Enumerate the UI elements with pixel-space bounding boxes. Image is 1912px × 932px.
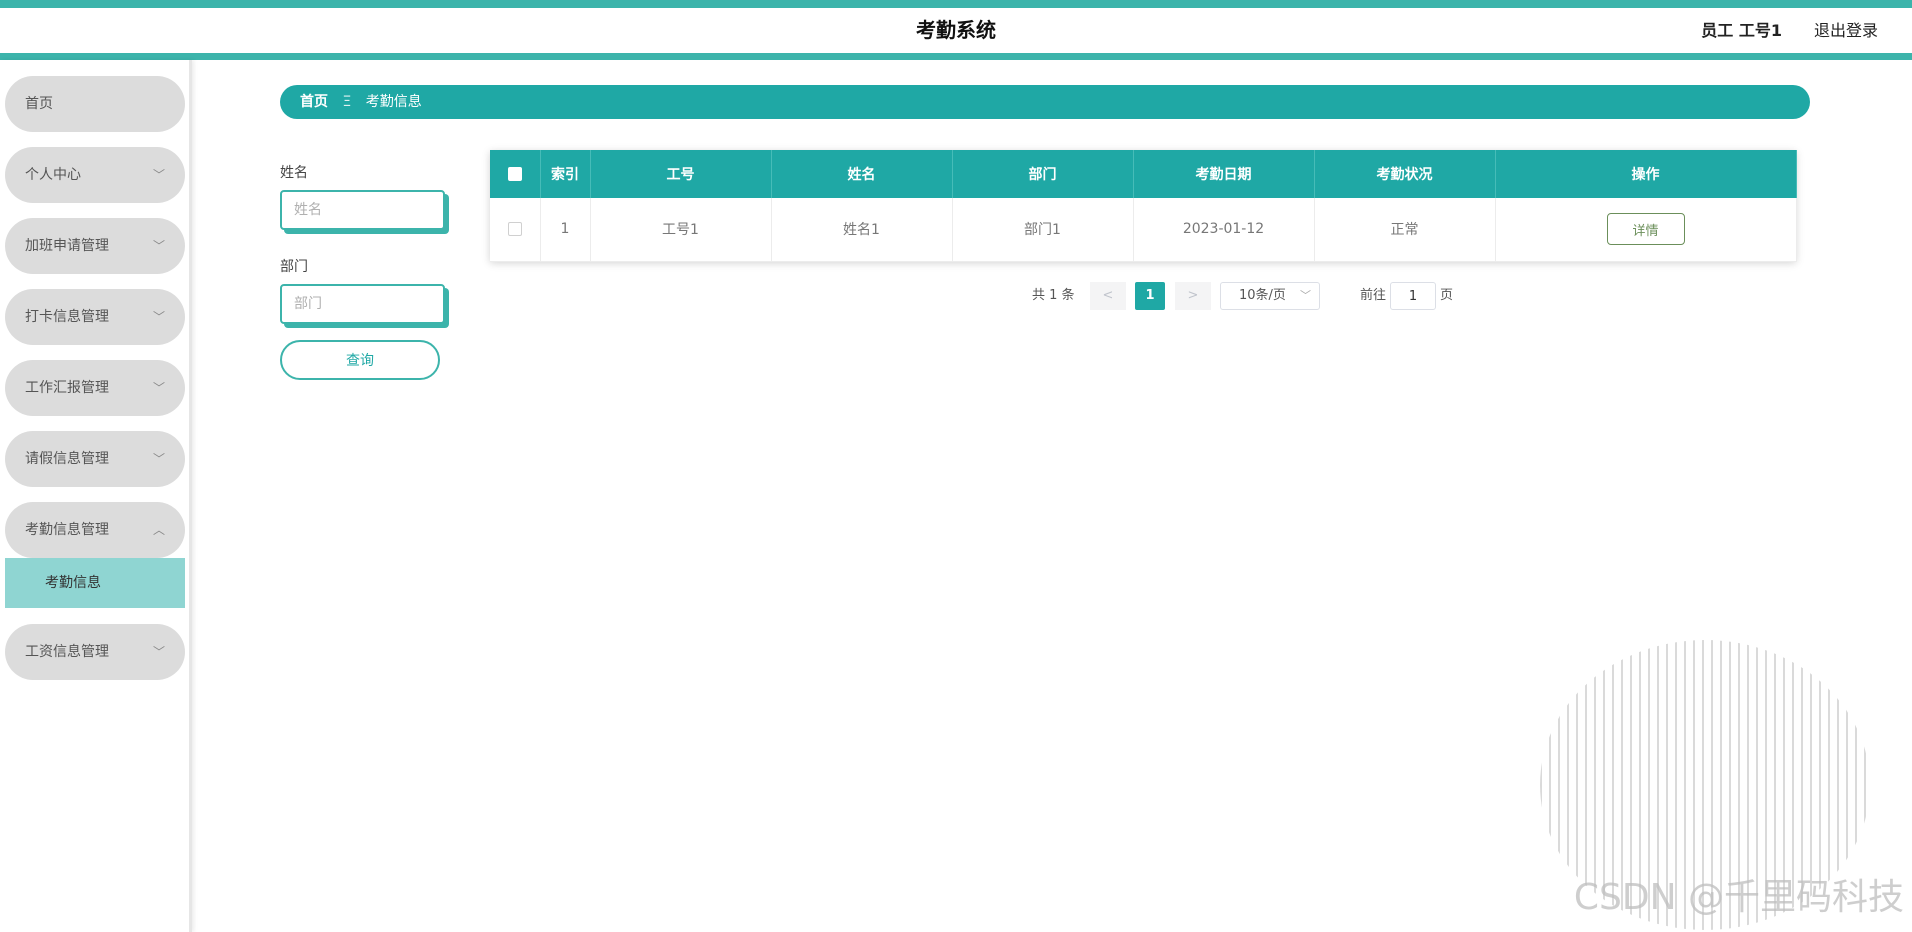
chevron-down-icon: ﹀ — [152, 645, 165, 659]
goto-unit-label: 页 — [1440, 288, 1454, 303]
goto-page-input[interactable] — [1390, 282, 1436, 310]
query-button[interactable]: 查询 — [280, 340, 440, 380]
sidebar-item-overtime[interactable]: 加班申请管理 ﹀ — [5, 218, 185, 274]
sidebar: 首页 个人中心 ﹀ 加班申请管理 ﹀ 打卡信息管理 ﹀ 工作汇报管理 ﹀ 请假信… — [0, 60, 192, 932]
current-user-label: 员工 工号1 — [1701, 21, 1782, 40]
page-size-select[interactable]: 10条/页 ﹀ — [1220, 282, 1320, 310]
select-all-checkbox[interactable] — [507, 167, 522, 181]
sidebar-item-attendance[interactable]: 考勤信息管理 ︿ — [5, 502, 185, 558]
watermark-text: CSDN @千里码科技 — [1573, 877, 1904, 918]
breadcrumb-separator-icon: Ξ — [342, 94, 352, 110]
column-header-status: 考勤状况 — [1314, 150, 1496, 198]
page-size-value: 10条/页 — [1239, 288, 1286, 303]
column-header-action: 操作 — [1495, 150, 1797, 198]
column-header-name: 姓名 — [771, 150, 953, 198]
sidebar-item-label: 工资信息管理 — [25, 644, 109, 660]
cell-date: 2023-01-12 — [1133, 198, 1315, 262]
goto-label: 前往 — [1360, 288, 1387, 303]
dept-input[interactable] — [280, 284, 445, 324]
sidebar-item-label: 工作汇报管理 — [25, 380, 109, 396]
chevron-down-icon: ﹀ — [152, 381, 165, 395]
cell-dept: 部门1 — [952, 198, 1134, 262]
column-header-index: 索引 — [540, 150, 591, 198]
cell-emp-no: 工号1 — [590, 198, 772, 262]
column-header-date: 考勤日期 — [1133, 150, 1315, 198]
breadcrumb-current: 考勤信息 — [365, 94, 422, 110]
sidebar-item-personal-center[interactable]: 个人中心 ﹀ — [5, 147, 185, 203]
cell-name: 姓名1 — [771, 198, 953, 262]
breadcrumb: 首页 Ξ 考勤信息 — [280, 85, 1810, 119]
sidebar-item-leave[interactable]: 请假信息管理 ﹀ — [5, 431, 185, 487]
chevron-down-icon: ﹀ — [152, 452, 165, 466]
sidebar-subitem-label: 考勤信息 — [45, 575, 101, 591]
app-title: 考勤系统 — [916, 18, 996, 42]
sidebar-item-home[interactable]: 首页 — [5, 76, 185, 132]
chevron-down-icon: ﹀ — [152, 310, 165, 324]
sidebar-item-punch[interactable]: 打卡信息管理 ﹀ — [5, 289, 185, 345]
sidebar-item-label: 加班申请管理 — [25, 238, 109, 254]
sidebar-item-label: 首页 — [25, 96, 53, 112]
pagination-total: 共 1 条 — [1032, 288, 1075, 303]
chevron-down-icon: ﹀ — [1300, 289, 1311, 302]
column-header-dept: 部门 — [952, 150, 1134, 198]
cell-index: 1 — [540, 198, 591, 262]
name-label: 姓名 — [280, 165, 308, 181]
select-all-cell[interactable] — [490, 150, 541, 198]
chevron-down-icon: ﹀ — [152, 168, 165, 182]
sidebar-item-salary[interactable]: 工资信息管理 ﹀ — [5, 624, 185, 680]
row-select-cell[interactable] — [490, 198, 541, 262]
breadcrumb-home[interactable]: 首页 — [300, 94, 328, 110]
cell-action: 详情 — [1495, 198, 1797, 262]
chevron-down-icon: ﹀ — [152, 239, 165, 253]
top-header: 考勤系统 员工 工号1 退出登录 — [0, 0, 1912, 60]
detail-button[interactable]: 详情 — [1606, 213, 1685, 246]
table-header-row: 索引 工号 姓名 部门 考勤日期 考勤状况 操作 — [490, 150, 1797, 198]
chevron-up-icon: ︿ — [152, 523, 165, 537]
pagination-next-button[interactable]: > — [1175, 282, 1211, 310]
sidebar-item-label: 打卡信息管理 — [25, 309, 109, 325]
cell-status: 正常 — [1314, 198, 1496, 262]
attendance-table: 索引 工号 姓名 部门 考勤日期 考勤状况 操作 1 工号1 姓名1 部门1 2… — [490, 150, 1797, 262]
dept-label: 部门 — [280, 259, 308, 275]
logout-link[interactable]: 退出登录 — [1814, 8, 1878, 53]
name-input[interactable] — [280, 190, 445, 230]
table-row: 1 工号1 姓名1 部门1 2023-01-12 正常 详情 — [490, 198, 1797, 262]
sidebar-subitem-attendance-info[interactable]: 考勤信息 — [5, 558, 185, 608]
sidebar-item-label: 考勤信息管理 — [25, 522, 109, 538]
sidebar-item-label: 个人中心 — [25, 167, 81, 183]
pagination-page-1[interactable]: 1 — [1135, 282, 1165, 310]
sidebar-item-work-report[interactable]: 工作汇报管理 ﹀ — [5, 360, 185, 416]
column-header-emp-no: 工号 — [590, 150, 772, 198]
pagination-prev-button[interactable]: < — [1090, 282, 1126, 310]
row-checkbox[interactable] — [507, 222, 522, 237]
sidebar-item-label: 请假信息管理 — [25, 451, 109, 467]
